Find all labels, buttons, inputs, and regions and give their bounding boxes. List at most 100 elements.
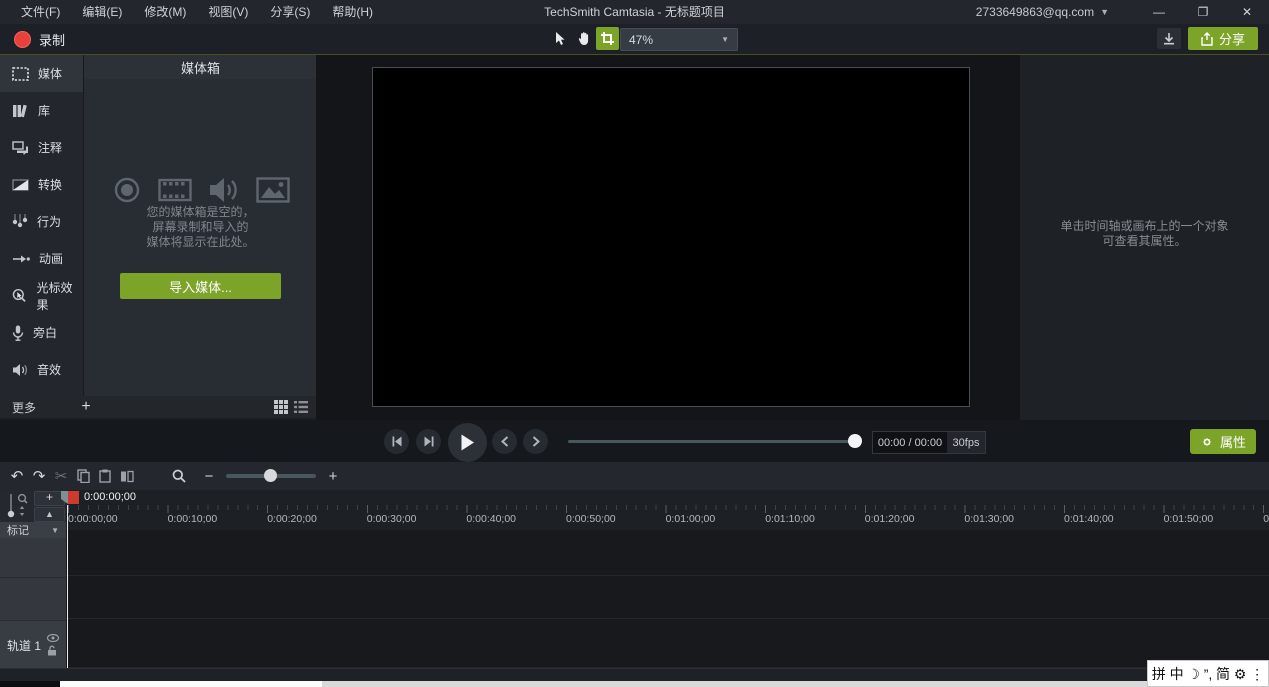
track-height-slider[interactable] <box>6 492 30 520</box>
sidebar-item-media[interactable]: 媒体 <box>0 55 83 92</box>
play-button[interactable] <box>448 423 487 462</box>
ruler-label-2: 0:00:20;00 <box>267 513 317 525</box>
minimize-button[interactable]: — <box>1137 0 1181 24</box>
sidebar-item-behaviors[interactable]: 行为 <box>0 203 83 240</box>
menu-item-0[interactable]: 文件(F) <box>10 0 71 24</box>
canvas-stage[interactable] <box>372 67 970 407</box>
seek-slider-thumb[interactable] <box>848 434 862 448</box>
transitions-icon <box>12 179 29 191</box>
timeline-zoom-slider[interactable] <box>226 474 316 478</box>
ime-item-4[interactable]: 简 <box>1216 667 1230 681</box>
bottom-edge-dark <box>0 681 60 687</box>
track-1-header[interactable]: 轨道 1 <box>0 621 66 670</box>
ruler-label-0: 0:00:00;00 <box>68 513 118 525</box>
hand-icon <box>577 31 591 46</box>
annotations-icon <box>12 141 29 155</box>
sidebar-item-library[interactable]: 库 <box>0 92 83 129</box>
menu-item-5[interactable]: 帮助(H) <box>321 0 384 24</box>
undo-button[interactable]: ↶ <box>6 465 28 487</box>
chevron-right-icon <box>532 436 540 447</box>
account-email: 2733649863@qq.com <box>976 5 1094 19</box>
menu-item-3[interactable]: 视图(V) <box>197 0 259 24</box>
ruler-label-7: 0:01:10;00 <box>765 513 815 525</box>
ime-item-1[interactable]: 中 <box>1170 667 1184 681</box>
ruler-label-10: 0:01:40;00 <box>1064 513 1114 525</box>
grid-view-icon[interactable] <box>274 400 288 414</box>
redo-button[interactable]: ↷ <box>28 465 50 487</box>
ime-toolbar[interactable]: 拼中☽ ”,简 ⚙⋮ <box>1147 660 1269 687</box>
ime-item-3[interactable]: ”, <box>1204 667 1213 681</box>
sidebar-item-animations[interactable]: 动画 <box>0 240 83 277</box>
record-label: 录制 <box>39 30 65 49</box>
add-track-button[interactable]: + <box>34 491 65 506</box>
zoom-in-button[interactable]: + <box>322 465 344 487</box>
list-view-icon[interactable] <box>294 400 308 414</box>
properties-button[interactable]: 属性 <box>1190 429 1256 454</box>
copy-button[interactable] <box>72 465 94 487</box>
share-label: 分享 <box>1219 29 1245 48</box>
ruler-label-8: 0:01:20;00 <box>865 513 915 525</box>
copy-icon <box>77 469 90 483</box>
redo-icon: ↷ <box>33 467 46 485</box>
account-menu[interactable]: 2733649863@qq.com ▼ <box>976 5 1109 19</box>
timeline-zoom-button[interactable] <box>168 465 190 487</box>
menu-item-1[interactable]: 编辑(E) <box>71 0 133 24</box>
media-bin-title: 媒体箱 <box>84 55 317 79</box>
timeline-hscrollbar[interactable] <box>0 668 1269 682</box>
ime-item-0[interactable]: 拼 <box>1152 667 1166 681</box>
download-button[interactable] <box>1157 28 1181 49</box>
zoom-out-button[interactable]: − <box>198 465 220 487</box>
canvas-zoom-select[interactable]: 47% ▼ <box>620 28 738 51</box>
menu-item-4[interactable]: 分享(S) <box>259 0 321 24</box>
timeline-toolbar: ↶ ↷ ✂ − + <box>0 462 1269 490</box>
time-display: 00:00 / 00:00 30fps <box>872 431 986 454</box>
sidebar-item-cursor-effects[interactable]: 光标效果 <box>0 277 83 314</box>
restore-button[interactable]: ❐ <box>1181 0 1225 24</box>
eye-icon[interactable] <box>47 634 59 642</box>
timeline-zoom-slider-thumb[interactable] <box>264 469 277 482</box>
marker-dropdown[interactable]: 标记 ▼ <box>0 522 66 538</box>
cut-button[interactable]: ✂ <box>50 465 72 487</box>
undo-icon: ↶ <box>11 467 24 485</box>
step-forward-button[interactable] <box>416 429 441 454</box>
next-button[interactable] <box>523 429 548 454</box>
timeline-ruler[interactable]: 0:00:00;00 0:00:00;000:00:10;000:00:20;0… <box>66 490 1269 530</box>
share-button[interactable]: 分享 <box>1188 27 1258 50</box>
ime-item-2[interactable]: ☽ <box>1187 667 1200 681</box>
menu-item-2[interactable]: 修改(M) <box>133 0 197 24</box>
recording-icon <box>112 175 142 205</box>
close-button[interactable]: ✕ <box>1225 0 1269 24</box>
step-backward-button[interactable] <box>384 429 409 454</box>
sidebar-item-transitions[interactable]: 转换 <box>0 166 83 203</box>
ruler-label-9: 0:01:30;00 <box>964 513 1014 525</box>
ruler-label-11: 0:01:50;00 <box>1164 513 1214 525</box>
record-button[interactable]: 录制 <box>8 27 71 51</box>
previous-button[interactable] <box>492 429 517 454</box>
ime-item-5[interactable]: ⚙ <box>1234 667 1247 681</box>
ruler-label-1: 0:00:10;00 <box>168 513 218 525</box>
collapse-tracks-button[interactable]: ▲ <box>34 507 65 522</box>
lock-icon[interactable] <box>47 645 57 656</box>
crop-tool-button[interactable] <box>596 27 619 50</box>
playhead-out-handle[interactable] <box>68 491 79 504</box>
add-tab-button[interactable]: + <box>74 398 98 416</box>
timeline-tracks[interactable] <box>66 530 1269 668</box>
seek-slider[interactable] <box>568 440 858 443</box>
panel-bottom-bar: 更多 + <box>0 396 316 418</box>
select-tool-button[interactable] <box>548 27 571 50</box>
animations-icon <box>12 254 30 264</box>
pan-tool-button[interactable] <box>572 27 595 50</box>
sidebar-item-voice-narration[interactable]: 旁白 <box>0 314 83 351</box>
more-button[interactable]: 更多 <box>0 399 74 416</box>
paste-button[interactable] <box>94 465 116 487</box>
fps-value[interactable]: 30fps <box>947 432 985 453</box>
split-button[interactable] <box>116 465 138 487</box>
empty-track-header <box>0 538 66 578</box>
import-media-button[interactable]: 导入媒体... <box>120 273 281 299</box>
timeline-left-column: + ▲ 标记 ▼ 轨道 1 <box>0 490 66 668</box>
sidebar-item-audio-effects[interactable]: 音效 <box>0 351 83 388</box>
sidebar-item-annotations[interactable]: 注释 <box>0 129 83 166</box>
share-icon <box>1201 32 1213 46</box>
ime-item-6[interactable]: ⋮ <box>1250 667 1264 681</box>
gear-icon <box>1200 435 1214 449</box>
